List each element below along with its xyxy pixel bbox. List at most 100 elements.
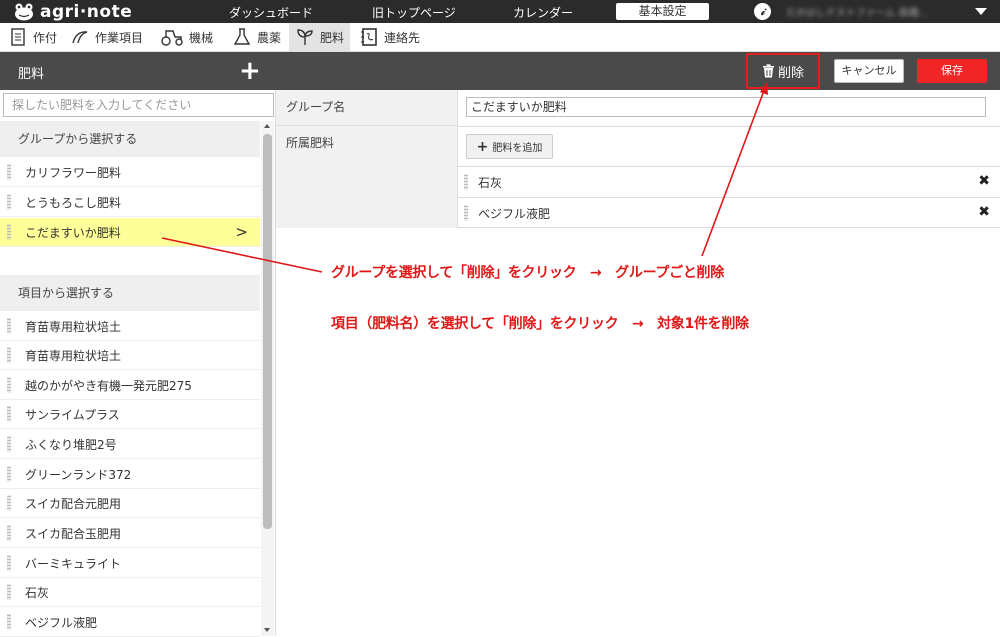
drag-handle-icon[interactable]: [7, 194, 11, 210]
members-label: 所属肥料: [276, 126, 458, 228]
list-item[interactable]: スイカ配合元肥用: [0, 489, 260, 518]
drag-handle-icon[interactable]: [464, 205, 468, 221]
tractor-icon: [161, 30, 183, 46]
drag-handle-icon[interactable]: [7, 525, 11, 541]
list-item[interactable]: ふくなり堆肥2号: [0, 430, 260, 459]
member-row[interactable]: ベジフル液肥 ✖: [458, 197, 1000, 228]
group-section-title: グループから選択する: [0, 121, 260, 157]
drag-handle-icon[interactable]: [7, 347, 11, 363]
list-item[interactable]: スイカ配合玉肥用: [0, 519, 260, 548]
drag-handle-icon[interactable]: [7, 466, 11, 482]
sprout-icon: [297, 29, 313, 45]
tab-label: 機械: [189, 30, 214, 45]
member-row[interactable]: 石灰 ✖: [458, 166, 1000, 197]
remove-member-icon[interactable]: ✖: [978, 173, 990, 189]
list-item-label: ベジフル液肥: [25, 615, 98, 630]
item-section-title: 項目から選択する: [0, 275, 260, 311]
group-item-label: カリフラワー肥料: [25, 165, 122, 180]
document-icon: [11, 28, 25, 46]
sickle-icon: [72, 31, 88, 44]
address-book-icon: [361, 28, 377, 46]
group-item-label: こだますいか肥料: [25, 225, 121, 240]
cancel-button[interactable]: キャンセル: [834, 59, 904, 83]
user-name[interactable]: たかはしテストファーム 高橋...: [786, 4, 946, 18]
list-item-label: スイカ配合元肥用: [25, 496, 122, 511]
tab-contacts[interactable]: 連絡先: [353, 23, 426, 51]
group-item-selected[interactable]: こだますいか肥料 >: [0, 218, 260, 247]
tab-label: 連絡先: [384, 30, 421, 45]
tab-label: 作付: [33, 30, 58, 45]
tab-label: 肥料: [320, 30, 345, 45]
remove-member-icon[interactable]: ✖: [978, 204, 990, 220]
nav-old-top[interactable]: 旧トップページ: [372, 4, 456, 21]
delete-button[interactable]: 削除: [746, 53, 820, 89]
add-fertilizer-button[interactable]: +: [239, 56, 261, 86]
list-item-label: グリーンランド372: [25, 467, 132, 482]
group-name-input[interactable]: こだますいか肥料: [466, 97, 986, 117]
divider: [458, 126, 1000, 127]
list-item[interactable]: グリーンランド372: [0, 460, 260, 489]
scroll-up-icon[interactable]: [264, 124, 270, 128]
group-item[interactable]: カリフラワー肥料: [0, 158, 260, 187]
user-menu-caret-icon[interactable]: [975, 8, 987, 15]
tab-fertilizers[interactable]: 肥料: [289, 23, 351, 51]
drag-handle-icon[interactable]: [464, 174, 468, 190]
list-item-label: サンライムプラス: [25, 407, 120, 422]
add-fertilizer-to-group-button[interactable]: + 肥料を追加: [466, 134, 553, 159]
list-item[interactable]: 育苗専用粒状培土: [0, 312, 260, 341]
list-item-label: ふくなり堆肥2号: [25, 437, 117, 452]
tab-work-items[interactable]: 作業項目: [64, 23, 149, 51]
tab-machines[interactable]: 機械: [154, 23, 219, 51]
drag-handle-icon[interactable]: [7, 406, 11, 422]
list-item-label: 育苗専用粒状培土: [25, 319, 122, 334]
page-header: 肥料 + 削除 キャンセル 保存: [0, 52, 1000, 90]
plus-icon: +: [476, 138, 489, 155]
drag-handle-icon[interactable]: [7, 318, 11, 334]
drag-handle-icon[interactable]: [7, 584, 11, 600]
delete-label: 削除: [777, 65, 804, 81]
list-item-label: 越のかがやき有機一発元肥275: [25, 378, 192, 393]
member-label: ベジフル液肥: [478, 206, 551, 221]
member-label: 石灰: [478, 175, 503, 190]
list-item[interactable]: 石灰: [0, 578, 260, 607]
scroll-down-icon[interactable]: [264, 628, 270, 632]
tab-pesticides[interactable]: 農薬: [226, 23, 287, 51]
drag-handle-icon[interactable]: [7, 614, 11, 630]
list-item-label: スイカ配合玉肥用: [25, 526, 122, 541]
list-item[interactable]: バーミキュライト: [0, 549, 260, 578]
nav-calendar[interactable]: カレンダー: [513, 4, 573, 21]
group-name-label: グループ名: [276, 90, 458, 126]
list-item[interactable]: 育苗専用粒状培土: [0, 341, 260, 370]
list-item[interactable]: ベジフル液肥: [0, 608, 260, 637]
drag-handle-icon[interactable]: [7, 224, 11, 240]
tab-label: 作業項目: [95, 30, 144, 45]
list-item-label: バーミキュライト: [25, 556, 122, 571]
drag-handle-icon[interactable]: [7, 377, 11, 393]
master-tabs: 作付 作業項目 機械 農薬 肥料 連絡先: [0, 23, 1000, 52]
list-item[interactable]: サンライムプラス: [0, 400, 260, 429]
add-button-label: 肥料を追加: [492, 143, 543, 154]
group-edit-form: グループ名 こだますいか肥料 所属肥料 + 肥料を追加 石灰 ✖ ベジフル液肥 …: [276, 90, 1000, 228]
tab-cropping[interactable]: 作付: [2, 23, 63, 51]
list-item-label: 石灰: [25, 585, 50, 600]
chevron-right-icon: >: [235, 223, 248, 241]
scrollbar-thumb[interactable]: [263, 134, 272, 529]
list-item[interactable]: 越のかがやき有機一発元肥275: [0, 371, 260, 400]
app-name: agri·note: [40, 2, 133, 22]
app-logo[interactable]: agri·note: [14, 2, 132, 22]
group-item[interactable]: とうもろこし肥料: [0, 188, 260, 217]
drag-handle-icon[interactable]: [7, 495, 11, 511]
group-item-label: とうもろこし肥料: [25, 195, 122, 210]
nav-dashboard[interactable]: ダッシュボード: [229, 4, 313, 21]
user-avatar-icon[interactable]: 𝒾: [754, 3, 771, 20]
page-title: 肥料: [18, 67, 45, 82]
drag-handle-icon[interactable]: [7, 164, 11, 180]
annotation-group-delete: グループを選択して「削除」をクリック → グループごと削除: [331, 265, 724, 281]
search-input[interactable]: [3, 93, 274, 117]
drag-handle-icon[interactable]: [7, 555, 11, 571]
trash-icon: [762, 64, 774, 78]
list-item-label: 育苗専用粒状培土: [25, 348, 122, 363]
settings-button[interactable]: 基本設定: [616, 3, 709, 20]
save-button[interactable]: 保存: [917, 59, 987, 83]
drag-handle-icon[interactable]: [7, 436, 11, 452]
